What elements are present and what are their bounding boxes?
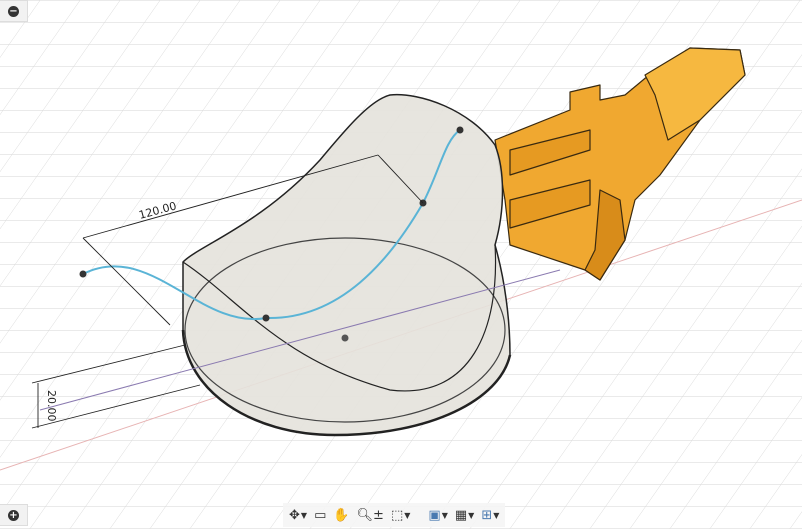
chevron-down-icon: ▼ [441, 510, 448, 520]
grid-snaps-button[interactable]: ▦ ▼ [453, 504, 476, 526]
chevron-down-icon: ▼ [468, 510, 475, 520]
zoom-window-icon: ⬚ [390, 507, 404, 523]
pan-button[interactable]: ✋ [331, 504, 351, 526]
fit-button[interactable]: ⬚ ▼ [389, 504, 412, 526]
look-at-icon: ▭ [314, 507, 327, 523]
orbit-icon: ✥ [289, 507, 300, 523]
chevron-down-icon: ▼ [493, 510, 500, 520]
zoom-button[interactable]: 🔍︎± [355, 504, 386, 526]
plus-icon: + [8, 509, 19, 521]
viewports-button[interactable]: ⊞ ▼ [479, 504, 501, 526]
viewports-icon: ⊞ [481, 507, 493, 523]
pan-hand-icon: ✋ [333, 507, 350, 523]
dimension-20-label: 20.00 [45, 390, 58, 422]
chevron-down-icon: ▼ [300, 510, 308, 520]
grid-icon: ▦ [454, 507, 468, 523]
look-at-button[interactable]: ▭ [312, 504, 328, 526]
zoom-icon: 🔍︎± [356, 507, 384, 523]
display-icon: ▣ [428, 507, 441, 523]
minus-icon: − [8, 5, 19, 17]
orbit-button[interactable]: ✥ ▼ [287, 504, 309, 526]
collapse-panel-button[interactable]: − [0, 0, 28, 22]
chevron-down-icon: ▼ [404, 510, 411, 520]
expand-panel-button[interactable]: + [0, 504, 28, 526]
display-settings-button[interactable]: ▣ ▼ [426, 504, 449, 526]
navigation-toolbar: ✥ ▼ ▭ ✋ 🔍︎± ⬚ ▼ ▣ ▼ ▦ ▼ ⊞ ▼ [283, 503, 506, 527]
3d-viewport[interactable]: 120.00 20.00 [0, 0, 802, 529]
